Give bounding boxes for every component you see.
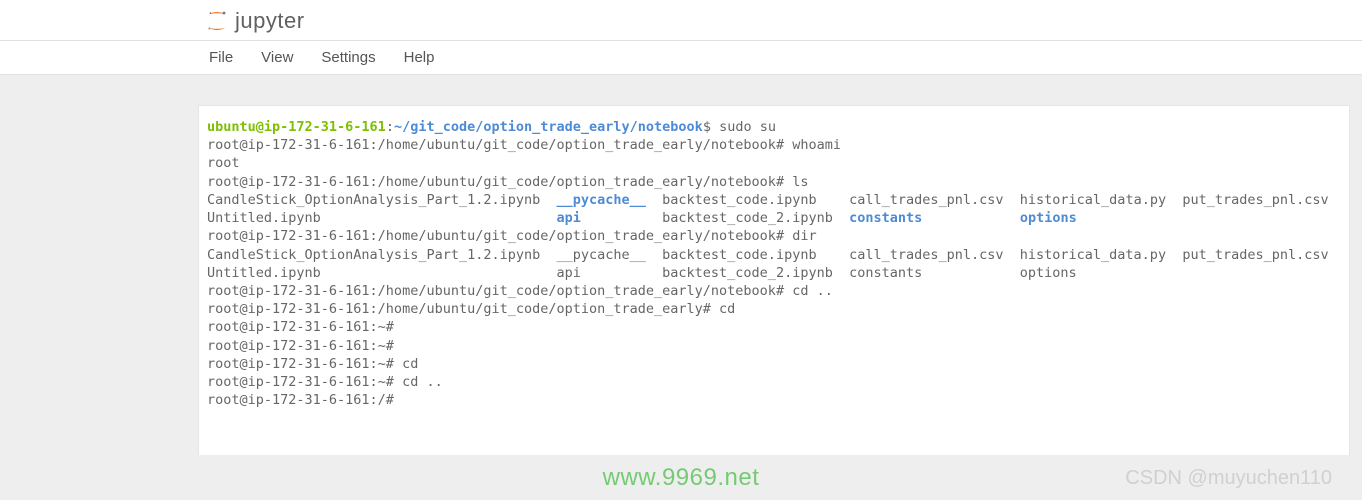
app-container: jupyter File View Settings Help	[0, 0, 1362, 75]
terminal-path: ~/git_code/option_trade_early/notebook	[394, 119, 703, 135]
terminal-line: root@ip-172-31-6-161:~# cd ..	[207, 374, 443, 390]
terminal-line: Untitled.ipynb api backtest_code_2.ipynb…	[207, 265, 1077, 281]
terminal-container: ubuntu@ip-172-31-6-161:~/git_code/option…	[0, 75, 1362, 455]
terminal-line: root@ip-172-31-6-161:/home/ubuntu/git_co…	[207, 228, 817, 244]
terminal-line: root@ip-172-31-6-161:~#	[207, 338, 394, 354]
terminal-dir: options	[1020, 210, 1077, 226]
terminal-cmd-sudo: sudo su	[719, 119, 776, 135]
terminal-sep: :	[386, 119, 394, 135]
terminal-line: root@ip-172-31-6-161:~# cd	[207, 356, 418, 372]
terminal-line: root@ip-172-31-6-161:/home/ubuntu/git_co…	[207, 174, 808, 190]
terminal-line: backtest_code.ipynb call_trades_pnl.csv …	[646, 192, 1329, 208]
terminal-line: root	[207, 155, 240, 171]
terminal-line: backtest_code_2.ipynb	[581, 210, 849, 226]
terminal-line: root@ip-172-31-6-161:/home/ubuntu/git_co…	[207, 301, 735, 317]
terminal-dollar: $	[703, 119, 719, 135]
menu-settings[interactable]: Settings	[317, 47, 379, 68]
terminal-line: root@ip-172-31-6-161:/home/ubuntu/git_co…	[207, 137, 841, 153]
terminal-line: Untitled.ipynb	[207, 210, 557, 226]
header-inner: jupyter	[205, 8, 1362, 34]
terminal-dir: api	[557, 210, 581, 226]
terminal-line: CandleStick_OptionAnalysis_Part_1.2.ipyn…	[207, 192, 557, 208]
terminal-dir: __pycache__	[557, 192, 646, 208]
terminal-line: root@ip-172-31-6-161:/home/ubuntu/git_co…	[207, 283, 833, 299]
logo-text: jupyter	[235, 8, 305, 34]
menu-file[interactable]: File	[205, 47, 237, 68]
menu-help[interactable]: Help	[400, 47, 439, 68]
jupyter-logo[interactable]: jupyter	[205, 8, 305, 34]
header: jupyter	[0, 0, 1362, 41]
terminal-user: ubuntu@ip-172-31-6-161	[207, 119, 386, 135]
terminal-line: CandleStick_OptionAnalysis_Part_1.2.ipyn…	[207, 247, 1329, 263]
terminal-line: root@ip-172-31-6-161:~#	[207, 319, 394, 335]
terminal-line	[922, 210, 1020, 226]
menubar: File View Settings Help	[0, 41, 1362, 75]
terminal-dir: constants	[849, 210, 922, 226]
jupyter-icon	[205, 9, 229, 33]
menu-view[interactable]: View	[257, 47, 297, 68]
terminal-line: root@ip-172-31-6-161:/#	[207, 392, 394, 408]
watermark-center: www.9969.net	[603, 464, 760, 492]
watermark-right: CSDN @muyuchen110	[1125, 467, 1332, 490]
terminal[interactable]: ubuntu@ip-172-31-6-161:~/git_code/option…	[198, 105, 1350, 455]
menubar-inner: File View Settings Help	[205, 47, 1362, 68]
